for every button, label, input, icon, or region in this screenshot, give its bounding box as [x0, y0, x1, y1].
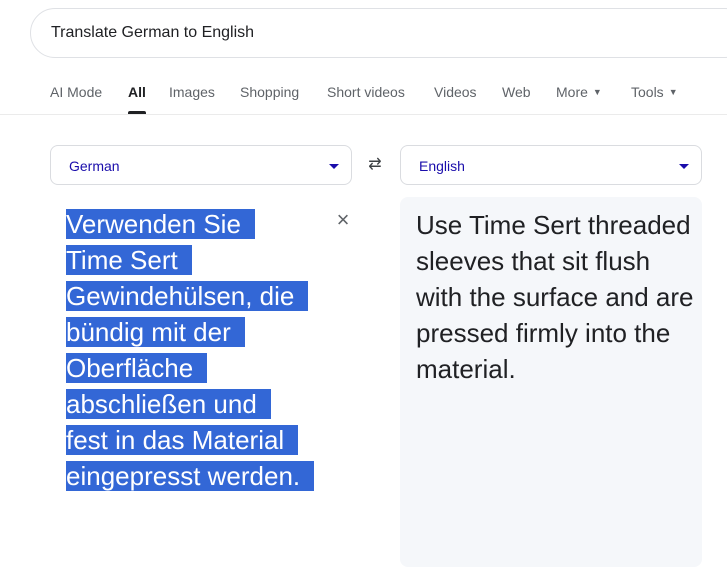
tab-all[interactable]: All	[128, 84, 146, 114]
tab-tools[interactable]: Tools ▼	[631, 84, 678, 114]
tab-shopping[interactable]: Shopping	[240, 84, 299, 114]
caret-down-icon: ▼	[668, 87, 678, 97]
source-language-label: German	[69, 158, 120, 174]
dropdown-arrow-icon	[679, 164, 689, 169]
tabs-divider	[0, 114, 727, 115]
tab-web[interactable]: Web	[502, 84, 531, 114]
dropdown-arrow-icon	[329, 164, 339, 169]
tab-ai-mode[interactable]: AI Mode	[50, 84, 102, 114]
source-text[interactable]: Verwenden Sie Time Sert Gewindehülsen, d…	[66, 206, 336, 494]
tab-more[interactable]: More ▼	[556, 84, 602, 114]
tab-short-videos[interactable]: Short videos	[327, 84, 405, 114]
source-text-area[interactable]: Verwenden Sie Time Sert Gewindehülsen, d…	[50, 198, 350, 498]
swap-icon: ⇄	[368, 156, 382, 173]
source-line: eingepresst werden.	[66, 461, 315, 491]
source-line: Gewindehülsen, die	[66, 281, 309, 311]
swap-languages-button[interactable]: ⇄	[362, 153, 388, 177]
caret-down-icon: ▼	[592, 87, 602, 97]
target-language-label: English	[419, 158, 465, 174]
source-line: Oberfläche	[66, 353, 208, 383]
target-language-select[interactable]: English	[400, 145, 702, 185]
clear-text-button[interactable]: ×	[333, 207, 353, 232]
source-line: Time Sert	[66, 245, 192, 275]
search-tabs: AI Mode All Images Shopping Short videos…	[0, 84, 727, 114]
close-icon: ×	[336, 207, 350, 232]
source-language-select[interactable]: German	[50, 145, 352, 185]
translation-output-area: Use Time Sert threaded sleeves that sit …	[400, 197, 702, 567]
search-input[interactable]: Translate German to English	[51, 24, 254, 42]
tab-images[interactable]: Images	[169, 84, 215, 114]
tab-videos[interactable]: Videos	[434, 84, 477, 114]
source-line: abschließen und	[66, 389, 271, 419]
translated-text: Use Time Sert threaded sleeves that sit …	[416, 210, 694, 384]
source-line: bündig mit der	[66, 317, 245, 347]
search-bar[interactable]: Translate German to English ×	[30, 8, 727, 58]
source-line: fest in das Material	[66, 425, 299, 455]
source-line: Verwenden Sie	[66, 209, 255, 239]
